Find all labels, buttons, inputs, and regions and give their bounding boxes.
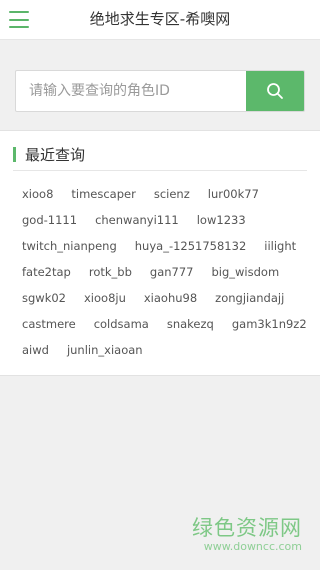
- recent-query-link[interactable]: sgwk02: [22, 291, 66, 305]
- recent-query-link[interactable]: gan777: [150, 265, 194, 279]
- page-title: 绝地求生专区-希噢网: [89, 10, 231, 28]
- recent-query-row: xioo8 timescaper scienz lur00k77: [22, 181, 312, 207]
- recent-query-link[interactable]: coldsama: [94, 317, 149, 331]
- menu-line: [9, 26, 29, 28]
- search-input[interactable]: [16, 71, 246, 111]
- hamburger-menu-icon[interactable]: [9, 11, 29, 28]
- section-accent-bar: [13, 146, 16, 162]
- recent-query-row: aiwd junlin_xiaoan: [22, 337, 312, 363]
- recent-query-link[interactable]: gam3k1n9z2: [232, 317, 307, 331]
- search-area: [0, 40, 320, 130]
- recent-queries-title: 最近查询: [25, 145, 86, 164]
- search-box: [15, 70, 305, 112]
- recent-queries-panel: 最近查询 xioo8 timescaper scienz lur00k77 god-11…: [0, 130, 320, 376]
- recent-query-link[interactable]: xioo8ju: [84, 291, 126, 305]
- recent-query-row: twitch_nianpeng huya_-1251758132 iilight: [22, 233, 312, 259]
- recent-query-link[interactable]: snakezq: [167, 317, 214, 331]
- recent-query-link[interactable]: twitch_nianpeng: [22, 239, 117, 253]
- recent-query-link[interactable]: aiwd: [22, 343, 49, 357]
- recent-query-list: xioo8 timescaper scienz lur00k77 god-1111 che…: [22, 181, 312, 363]
- menu-line: [9, 11, 29, 13]
- recent-query-link[interactable]: iilight: [264, 239, 296, 253]
- recent-query-row: fate2tap rotk_bb gan777 big_wisdom: [22, 259, 312, 285]
- recent-query-link[interactable]: huya_-1251758132: [135, 239, 247, 253]
- recent-query-link[interactable]: xiaohu98: [144, 291, 197, 305]
- recent-queries-header: 最近查询: [13, 144, 85, 164]
- recent-query-link[interactable]: xioo8: [22, 187, 53, 201]
- recent-query-link[interactable]: scienz: [154, 187, 190, 201]
- watermark-url: www.downcc.com: [203, 540, 302, 553]
- recent-query-link[interactable]: fate2tap: [22, 265, 71, 279]
- top-bar: 绝地求生专区-希噢网: [0, 0, 320, 40]
- recent-query-link[interactable]: god-1111: [22, 213, 77, 227]
- recent-query-link[interactable]: lur00k77: [208, 187, 259, 201]
- recent-query-row: sgwk02 xioo8ju xiaohu98 zongjiandajj: [22, 285, 312, 311]
- menu-line: [9, 18, 29, 21]
- search-button[interactable]: [246, 71, 304, 111]
- divider: [13, 170, 307, 171]
- recent-query-link[interactable]: timescaper: [71, 187, 135, 201]
- recent-query-link[interactable]: chenwanyi111: [95, 213, 179, 227]
- recent-query-link[interactable]: junlin_xiaoan: [67, 343, 143, 357]
- search-icon: [267, 83, 283, 99]
- watermark: 绿色资源网 www.downcc.com: [192, 516, 302, 554]
- recent-query-row: castmere coldsama snakezq gam3k1n9z2: [22, 311, 312, 337]
- recent-query-link[interactable]: big_wisdom: [211, 265, 279, 279]
- recent-query-row: god-1111 chenwanyi111 low1233: [22, 207, 312, 233]
- watermark-name: 绿色资源网: [192, 516, 302, 540]
- recent-query-link[interactable]: low1233: [197, 213, 246, 227]
- recent-query-link[interactable]: castmere: [22, 317, 76, 331]
- recent-query-link[interactable]: rotk_bb: [89, 265, 132, 279]
- recent-query-link[interactable]: zongjiandajj: [215, 291, 284, 305]
